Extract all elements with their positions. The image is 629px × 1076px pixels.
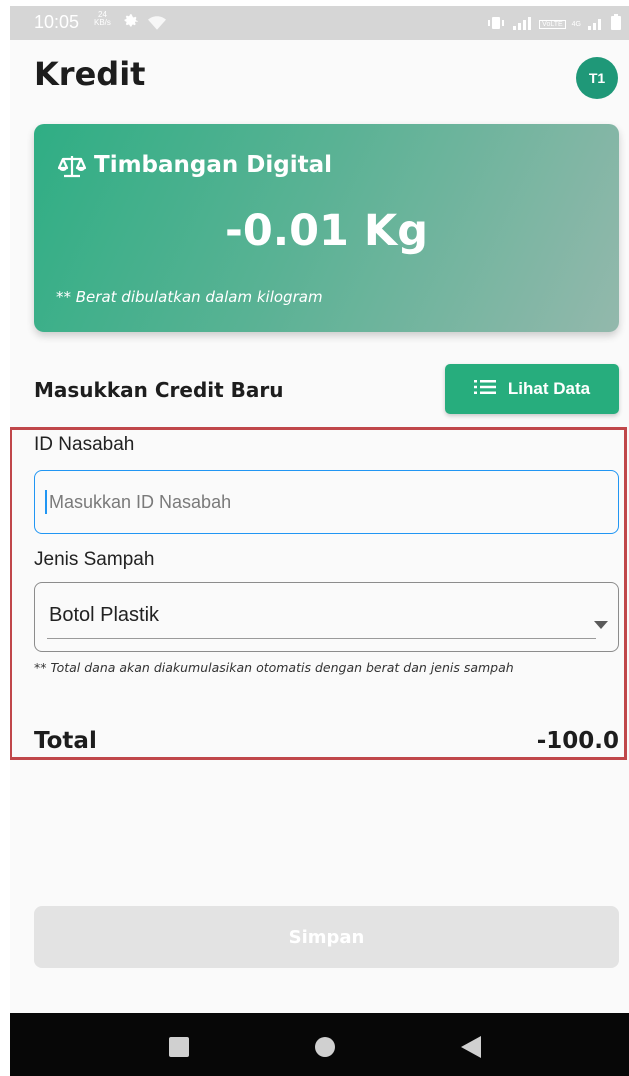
save-button[interactable]: Simpan — [34, 906, 619, 968]
signal-icon-2 — [587, 15, 605, 34]
network-speed-unit: KB/s — [94, 18, 111, 27]
list-icon — [473, 379, 496, 399]
status-right-icons: VoLTE 4G — [487, 14, 621, 34]
view-data-button[interactable]: Lihat Data — [445, 364, 619, 414]
scale-balance-icon — [57, 154, 87, 184]
battery-icon — [611, 14, 621, 34]
digital-scale-card: Timbangan Digital -0.01 Kg ** Berat dibu… — [34, 124, 619, 332]
avatar[interactable]: T1 — [576, 57, 618, 99]
wifi-icon — [148, 15, 166, 34]
page-title: Kredit — [34, 55, 146, 93]
volte-badge: VoLTE — [539, 19, 566, 29]
home-icon[interactable] — [315, 1037, 335, 1057]
customer-id-input[interactable] — [34, 470, 619, 534]
total-hint: ** Total dana akan diakumulasikan otomat… — [34, 660, 514, 675]
select-underline — [47, 638, 596, 639]
customer-id-label: ID Nasabah — [34, 434, 135, 455]
status-bar: 10:05 24 KB/s VoLTE 4G — [10, 6, 629, 40]
scale-note: ** Berat dibulatkan dalam kilogram — [56, 288, 323, 306]
system-nav-bar — [10, 1013, 629, 1076]
back-icon[interactable] — [461, 1036, 481, 1062]
waste-type-label: Jenis Sampah — [34, 549, 155, 570]
total-label: Total — [34, 728, 97, 754]
scale-title: Timbangan Digital — [94, 152, 332, 178]
dropdown-arrow-icon — [594, 614, 608, 633]
network-type: 4G — [571, 20, 581, 28]
scale-weight-value: -0.01 Kg — [224, 206, 428, 256]
signal-icon — [511, 15, 533, 34]
waste-type-select[interactable]: Botol Plastik — [34, 582, 619, 652]
app-screen: 10:05 24 KB/s VoLTE 4G Kredit T1 Timbang… — [10, 6, 629, 1076]
total-value: -100.0 — [536, 728, 619, 754]
waste-type-selected: Botol Plastik — [49, 604, 160, 626]
recent-apps-icon[interactable] — [169, 1037, 189, 1057]
status-time: 10:05 — [34, 12, 80, 32]
view-data-label: Lihat Data — [507, 379, 591, 398]
text-cursor — [45, 490, 47, 514]
gear-icon — [122, 12, 140, 34]
section-title: Masukkan Credit Baru — [34, 378, 284, 402]
vibrate-icon — [487, 15, 505, 34]
network-speed: 24 KB/s — [94, 11, 111, 27]
